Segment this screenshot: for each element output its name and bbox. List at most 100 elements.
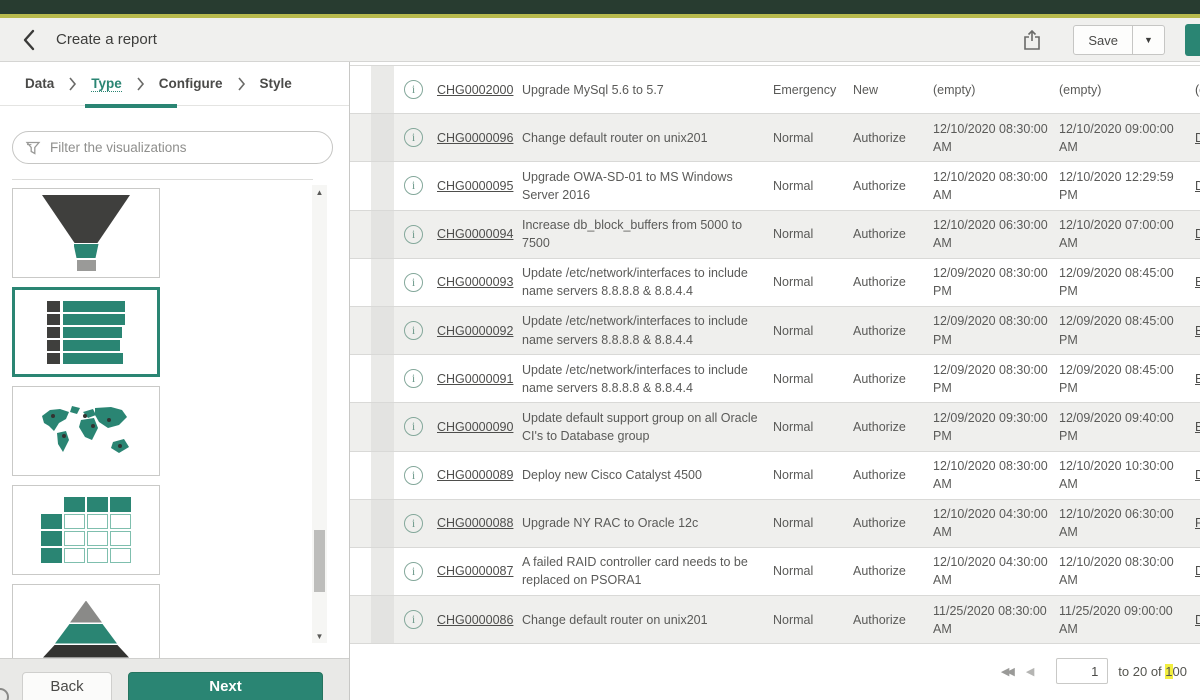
change-number-link[interactable]: CHG0000093 bbox=[437, 275, 513, 289]
info-icon[interactable]: i bbox=[404, 273, 423, 292]
start-date-cell: 12/10/2020 08:30:00 AM bbox=[933, 457, 1051, 493]
assigned-to-link[interactable]: Bow bbox=[1195, 275, 1200, 289]
header-actions: Save ▼ bbox=[1021, 18, 1200, 62]
clipped-column-sliver bbox=[371, 162, 394, 209]
info-icon[interactable]: i bbox=[404, 514, 423, 533]
report-header: Create a report Save ▼ bbox=[0, 18, 1200, 62]
change-number-cell: CHG0000095 bbox=[437, 179, 515, 193]
change-number-link[interactable]: CHG0000086 bbox=[437, 613, 513, 627]
filter-visualizations-input[interactable] bbox=[50, 140, 320, 155]
list-chart-icon bbox=[47, 299, 125, 366]
scroll-up-icon[interactable]: ▲ bbox=[312, 185, 327, 199]
save-dropdown-button[interactable]: ▼ bbox=[1133, 25, 1165, 55]
scroll-down-icon[interactable]: ▼ bbox=[312, 629, 327, 643]
change-number-link[interactable]: CHG0000096 bbox=[437, 131, 513, 145]
assigned-to-link[interactable]: (em bbox=[1195, 83, 1200, 97]
report-preview: i CHG0002000 Upgrade MySql 5.6 to 5.7 Em… bbox=[350, 62, 1200, 700]
assigned-to-link[interactable]: Bow bbox=[1195, 372, 1200, 386]
table-row: i CHG0000089 Deploy new Cisco Catalyst 4… bbox=[350, 452, 1200, 500]
end-date-cell: 12/10/2020 08:30:00 AM bbox=[1059, 553, 1177, 589]
viz-card-list[interactable] bbox=[12, 287, 160, 377]
next-button[interactable]: Next bbox=[128, 672, 323, 700]
info-icon[interactable]: i bbox=[404, 225, 423, 244]
page-title: Create a report bbox=[56, 31, 157, 48]
viz-card-funnel[interactable] bbox=[12, 188, 160, 278]
state-cell: Authorize bbox=[853, 275, 923, 289]
change-number-cell: CHG0000091 bbox=[437, 372, 515, 386]
tab-configure[interactable]: Configure bbox=[159, 76, 223, 91]
change-number-link[interactable]: CHG0000089 bbox=[437, 468, 513, 482]
scrollbar-thumb[interactable] bbox=[314, 530, 325, 592]
assigned-to-link[interactable]: Dav bbox=[1195, 131, 1200, 145]
chevron-right-icon bbox=[136, 77, 145, 91]
info-icon[interactable]: i bbox=[404, 176, 423, 195]
assigned-to-link[interactable]: Fre bbox=[1195, 516, 1200, 530]
change-number-link[interactable]: CHG0000091 bbox=[437, 372, 513, 386]
assigned-to-link[interactable]: Dav bbox=[1195, 179, 1200, 193]
clipped-column-sliver bbox=[371, 452, 394, 499]
change-number-link[interactable]: CHG0000090 bbox=[437, 420, 513, 434]
tab-type[interactable]: Type bbox=[91, 76, 122, 92]
tab-style[interactable]: Style bbox=[260, 76, 292, 91]
info-icon[interactable]: i bbox=[404, 562, 423, 581]
table-row: i CHG0000090 Update default support grou… bbox=[350, 403, 1200, 451]
back-arrow-icon[interactable] bbox=[18, 28, 40, 52]
table-row: i CHG0000094 Increase db_block_buffers f… bbox=[350, 211, 1200, 259]
assigned-to-link[interactable]: Dav bbox=[1195, 564, 1200, 578]
table-row: i CHG0000096 Change default router on un… bbox=[350, 114, 1200, 162]
end-date-cell: 12/10/2020 09:00:00 AM bbox=[1059, 120, 1177, 156]
table-row: i CHG0000091 Update /etc/network/interfa… bbox=[350, 355, 1200, 403]
table-body: i CHG0002000 Upgrade MySql 5.6 to 5.7 Em… bbox=[350, 65, 1200, 644]
info-icon[interactable]: i bbox=[404, 466, 423, 485]
info-icon[interactable]: i bbox=[404, 321, 423, 340]
tab-data[interactable]: Data bbox=[25, 76, 54, 91]
start-date-cell: 12/10/2020 06:30:00 AM bbox=[933, 216, 1051, 252]
change-number-link[interactable]: CHG0000092 bbox=[437, 324, 513, 338]
viz-card-map[interactable] bbox=[12, 386, 160, 476]
clipped-column-sliver bbox=[371, 355, 394, 402]
back-button[interactable]: Back bbox=[22, 672, 112, 700]
assigned-to-link[interactable]: Dav bbox=[1195, 468, 1200, 482]
edge-clipped-button[interactable] bbox=[1185, 24, 1200, 56]
first-page-icon[interactable]: ◀◀ bbox=[1001, 665, 1012, 678]
change-number-link[interactable]: CHG0002000 bbox=[437, 83, 513, 97]
start-date-cell: 12/10/2020 04:30:00 AM bbox=[933, 505, 1051, 541]
assigned-to-link[interactable]: Dav bbox=[1195, 613, 1200, 627]
chevron-right-icon bbox=[68, 77, 77, 91]
info-icon[interactable]: i bbox=[404, 80, 423, 99]
info-icon[interactable]: i bbox=[404, 610, 423, 629]
change-number-cell: CHG0002000 bbox=[437, 83, 515, 97]
viz-scrollbar[interactable]: ▲ ▼ bbox=[312, 185, 327, 643]
type-cell: Normal bbox=[773, 516, 843, 530]
type-cell: Normal bbox=[773, 420, 843, 434]
end-date-cell: 12/09/2020 09:40:00 PM bbox=[1059, 409, 1177, 445]
change-number-link[interactable]: CHG0000088 bbox=[437, 516, 513, 530]
filter-section bbox=[0, 106, 349, 164]
info-icon[interactable]: i bbox=[404, 128, 423, 147]
state-cell: Authorize bbox=[853, 227, 923, 241]
page-number-input[interactable] bbox=[1056, 658, 1108, 684]
type-cell: Normal bbox=[773, 324, 843, 338]
clipped-column-sliver bbox=[371, 114, 394, 161]
change-number-link[interactable]: CHG0000087 bbox=[437, 564, 513, 578]
clipped-column-sliver bbox=[371, 403, 394, 450]
short-description-cell: Upgrade NY RAC to Oracle 12c bbox=[522, 514, 764, 532]
end-date-cell: 12/10/2020 10:30:00 AM bbox=[1059, 457, 1177, 493]
change-number-cell: CHG0000092 bbox=[437, 324, 515, 338]
change-number-link[interactable]: CHG0000095 bbox=[437, 179, 513, 193]
clipped-column-sliver bbox=[371, 211, 394, 258]
previous-page-icon[interactable]: ◀ bbox=[1026, 665, 1034, 678]
state-cell: Authorize bbox=[853, 468, 923, 482]
share-icon[interactable] bbox=[1021, 28, 1043, 52]
filter-input-container bbox=[12, 131, 333, 164]
assigned-to-link[interactable]: Bow bbox=[1195, 324, 1200, 338]
info-icon[interactable]: i bbox=[404, 417, 423, 436]
clipped-column-sliver bbox=[371, 307, 394, 354]
info-icon[interactable]: i bbox=[404, 369, 423, 388]
state-cell: Authorize bbox=[853, 179, 923, 193]
save-button[interactable]: Save bbox=[1073, 25, 1133, 55]
assigned-to-link[interactable]: Dav bbox=[1195, 227, 1200, 241]
change-number-link[interactable]: CHG0000094 bbox=[437, 227, 513, 241]
assigned-to-link[interactable]: Bow bbox=[1195, 420, 1200, 434]
viz-card-table[interactable] bbox=[12, 485, 160, 575]
